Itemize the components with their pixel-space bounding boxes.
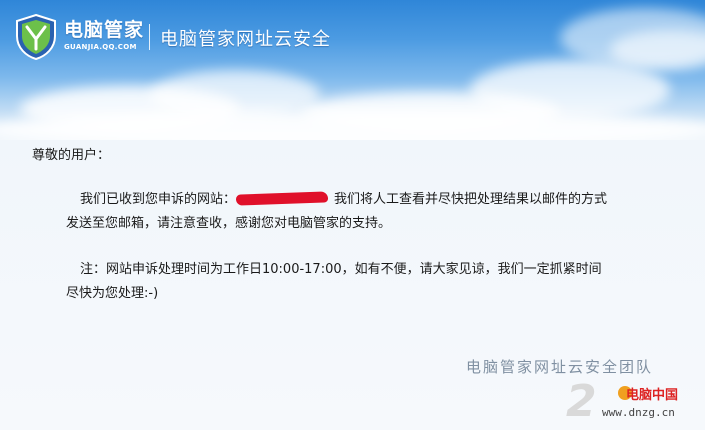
- signature: 电脑管家网址云安全团队: [466, 358, 654, 376]
- paragraph-text: 发送至您邮箱，请注意查收，感谢您对电脑管家的支持。: [66, 216, 392, 231]
- brand: 电脑管家 GUANJIA.QQ.COM: [64, 15, 144, 51]
- paragraph-text: 尽快为您处理:-): [66, 286, 159, 301]
- header-banner: 电脑管家 GUANJIA.QQ.COM 电脑管家网址云安全: [0, 0, 705, 140]
- watermark-number: 2: [566, 376, 597, 427]
- paragraph-received: 我们已收到您申诉的网站： 我们将人工查看并尽快把处理结果以邮件的方式 发送至您邮箱…: [66, 188, 660, 236]
- paragraph-text: 我们将人工查看并尽快把处理结果以邮件的方式: [334, 192, 608, 207]
- brand-name: 电脑管家: [64, 19, 145, 41]
- watermark-url: www.dnzg.cn: [602, 406, 675, 419]
- greeting: 尊敬的用户：: [32, 148, 111, 163]
- brand-url: GUANJIA.QQ.COM: [64, 43, 137, 51]
- redacted-url: [235, 191, 329, 206]
- paragraph-text: 注：网站申诉处理时间为工作日10:00-17:00，如有不便，请大家见谅，我们一…: [80, 262, 602, 277]
- shield-icon: [16, 14, 56, 60]
- watermark: 2 电脑中国 www.dnzg.cn: [566, 376, 705, 430]
- paragraph-note: 注：网站申诉处理时间为工作日10:00-17:00，如有不便，请大家见谅，我们一…: [66, 258, 660, 306]
- cloud-decoration: [0, 110, 705, 140]
- header-divider: [149, 24, 150, 50]
- watermark-site-name: 电脑中国: [626, 388, 679, 403]
- page-title: 电脑管家网址云安全: [160, 29, 331, 50]
- paragraph-text: 我们已收到您申诉的网站：: [80, 192, 237, 207]
